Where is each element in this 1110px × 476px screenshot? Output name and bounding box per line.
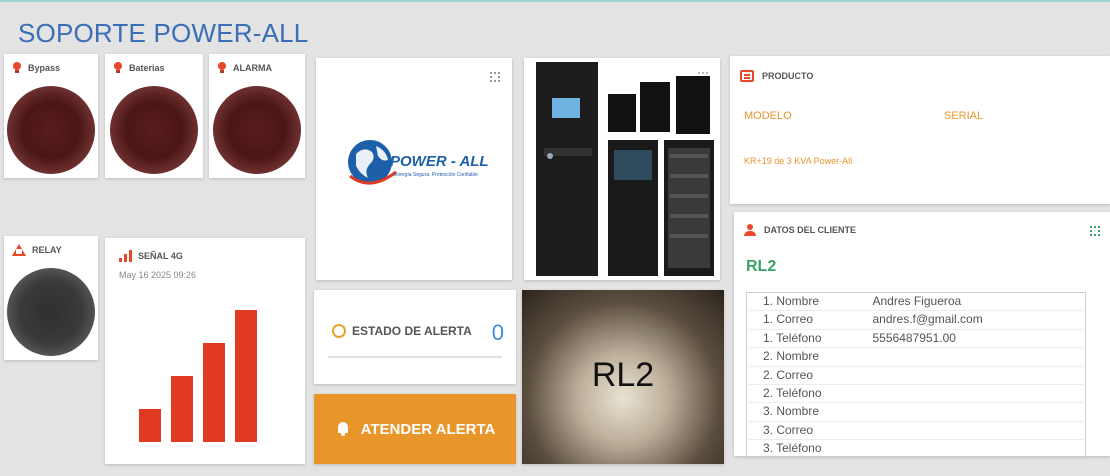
- logo-tagline: Energía Segura, Protección Confiable: [394, 172, 478, 178]
- expand-icon[interactable]: [1090, 226, 1100, 236]
- client-field-label: 2. Nombre: [746, 347, 857, 367]
- bulb-icon: [12, 62, 22, 74]
- client-field-label: 2. Teléfono: [746, 384, 857, 403]
- bypass-card: Bypass: [4, 54, 98, 178]
- client-row: 1. Teléfono 5556487951.00: [746, 328, 1086, 348]
- signal-bar: [171, 376, 193, 442]
- client-header: DATOS DEL CLIENTE: [744, 224, 856, 236]
- client-row: 2. Correo: [746, 365, 1086, 385]
- smile-icon: [332, 324, 346, 338]
- client-field-value: andres.f@gmail.com: [856, 310, 1086, 330]
- page-title: SOPORTE POWER-ALL: [18, 18, 309, 48]
- alert-status-card: ESTADO DE ALERTA 0: [314, 290, 516, 384]
- signal-card: SEÑAL 4G May 16 2025 09:26: [105, 238, 305, 464]
- client-row: 2. Nombre: [746, 347, 1086, 367]
- attend-alert-button[interactable]: ATENDER ALERTA: [314, 394, 516, 464]
- person-icon: [744, 224, 756, 236]
- client-field-value: [856, 365, 1086, 385]
- ups-product-image: [536, 62, 714, 276]
- relay-indicator: [7, 268, 95, 356]
- client-field-value: Andres Figueroa: [872, 294, 962, 308]
- client-code: RL2: [746, 258, 777, 275]
- expand-icon[interactable]: [490, 72, 500, 82]
- power-all-logo: POWER - ALL Energía Segura, Protección C…: [348, 140, 489, 185]
- client-field-value: [856, 384, 1086, 403]
- client-field-label: 3. Nombre: [746, 402, 857, 422]
- client-table: 1. Nombre Andres Figueroa 1. Correo andres.…: [746, 292, 1086, 459]
- client-field-label: 2. Correo: [746, 365, 857, 385]
- client-field-label: 3. Teléfono: [746, 439, 857, 459]
- signal-bar: [235, 310, 257, 442]
- client-field-value: 5556487951.00: [856, 328, 1086, 348]
- bypass-label-text: Bypass: [28, 63, 61, 73]
- client-field-value: [856, 439, 1086, 459]
- client-field-label: 1. Nombre: [763, 294, 820, 308]
- bypass-indicator: [7, 86, 95, 174]
- baterias-label-text: Baterias: [129, 63, 165, 73]
- client-row: 3. Nombre: [746, 402, 1086, 422]
- alert-status-label: ESTADO DE ALERTA: [352, 324, 472, 338]
- signal-bars-chart: [139, 310, 257, 442]
- alarma-label-text: ALARMA: [233, 63, 272, 73]
- product-header: PRODUCTO: [740, 70, 813, 82]
- alarma-card: ALARMA: [209, 54, 305, 178]
- alarma-indicator: [213, 86, 301, 174]
- device-label: RL2: [591, 356, 655, 394]
- client-field-label: 3. Correo: [746, 420, 857, 440]
- client-row: 2. Teléfono: [746, 384, 1086, 403]
- client-field-value: [856, 420, 1086, 440]
- client-row: 3. Teléfono: [746, 439, 1086, 459]
- model-label: MODELO: [744, 110, 792, 122]
- client-field-value: [856, 402, 1086, 422]
- signal-bar: [139, 409, 161, 442]
- bypass-label: Bypass: [12, 62, 60, 74]
- relay-label: RELAY: [12, 244, 62, 256]
- baterias-indicator: [110, 86, 198, 174]
- client-field-value: [856, 347, 1086, 367]
- client-row: 3. Correo: [746, 420, 1086, 440]
- product-card: PRODUCTO MODELO SERIAL KR+19 de 3 KVA Po…: [730, 56, 1110, 204]
- client-row: 1. Correo andres.f@gmail.com: [746, 310, 1086, 330]
- alert-count: 0: [491, 320, 504, 345]
- serial-label: SERIAL: [944, 110, 984, 122]
- bulb-icon: [113, 62, 123, 74]
- client-row: 1. Nombre Andres Figueroa: [747, 293, 1086, 311]
- client-card: DATOS DEL CLIENTE RL2 1. Nombre Andres Fi…: [734, 212, 1110, 459]
- relay-label-text: RELAY: [32, 245, 62, 255]
- relay-card: RELAY: [4, 236, 98, 360]
- logo-card: POWER - ALL Energía Segura, Protección C…: [316, 58, 512, 280]
- client-heading: DATOS DEL CLIENTE: [764, 225, 857, 235]
- bell-icon: [335, 421, 351, 437]
- alert-progress-track: [328, 356, 502, 358]
- relay-icon: [12, 244, 26, 256]
- device-image-card: RL2: [522, 290, 724, 464]
- attend-alert-label: ATENDER ALERTA: [360, 420, 496, 438]
- signal-bar: [203, 343, 225, 442]
- ups-image-card: [524, 58, 720, 280]
- logo-text: POWER - ALL: [390, 153, 489, 170]
- product-icon: [740, 70, 754, 82]
- bulb-icon: [217, 62, 227, 74]
- client-field-label: 1. Correo: [746, 310, 857, 330]
- alarma-label: ALARMA: [217, 62, 272, 74]
- baterias-card: Baterias: [105, 54, 203, 178]
- product-heading: PRODUCTO: [762, 71, 814, 81]
- baterias-label: Baterias: [113, 62, 165, 74]
- product-value: KR+19 de 3 KVA Power-All: [744, 156, 853, 166]
- client-field-label: 1. Teléfono: [746, 328, 857, 348]
